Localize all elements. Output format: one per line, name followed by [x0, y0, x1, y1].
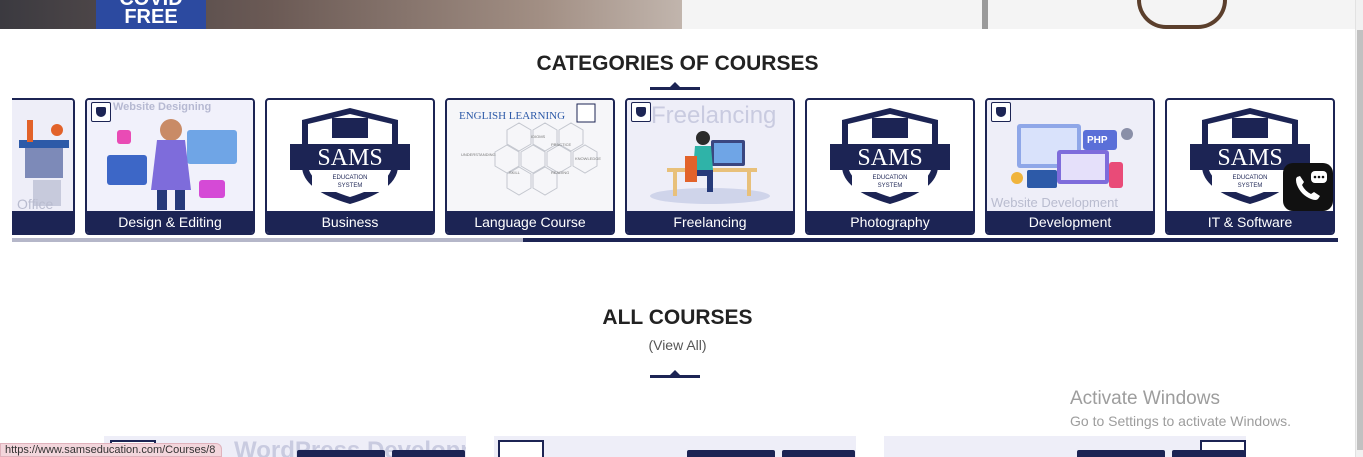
category-art: SAMS EDUCATION SYSTEM — [807, 100, 973, 211]
hero-pole — [982, 0, 988, 29]
category-card-development[interactable]: PHP Website Development Development — [985, 98, 1155, 235]
page-scrollbar[interactable] — [1355, 0, 1363, 457]
watermark-line1: Activate Windows — [1070, 388, 1220, 409]
categories-carousel[interactable]: Office ent Website Designing — [12, 98, 1338, 236]
art-caption: Freelancing — [651, 102, 777, 129]
course-card-button[interactable] — [1077, 450, 1165, 457]
category-label: ent — [12, 211, 73, 233]
english-word-5: SKILL — [509, 170, 520, 175]
category-art: Office — [12, 100, 73, 211]
category-art: PHP Website Development — [987, 100, 1153, 211]
hero-chair — [1137, 0, 1227, 29]
category-label: Language Course — [447, 211, 613, 233]
page-scrollbar-thumb[interactable] — [1357, 30, 1363, 450]
watermark-line2: Go to Settings to activate Windows. — [1070, 413, 1291, 429]
course-card-button[interactable] — [1172, 450, 1245, 457]
all-courses-title: ALL COURSES — [602, 306, 753, 329]
page: COVID FREE CATEGORIES OF COURSES Offic — [0, 0, 1363, 457]
sams-logo-line2: SYSTEM — [877, 183, 903, 189]
call-button[interactable] — [1283, 163, 1333, 211]
category-card-language-course[interactable]: ENGLISH LEARNING UNDERSTANDING IDIOMS PR… — [445, 98, 615, 235]
category-card-design-editing[interactable]: Website Designing Design & Editing — [85, 98, 255, 235]
categories-title: CATEGORIES OF COURSES — [536, 52, 819, 75]
category-label: Development — [987, 211, 1153, 233]
course-card[interactable] — [494, 436, 856, 457]
carousel-progress-bar[interactable] — [12, 238, 1338, 242]
category-card-business[interactable]: SAMS EDUCATION SYSTEM Business — [265, 98, 435, 235]
course-card[interactable] — [884, 436, 1246, 457]
category-art: Website Designing — [87, 100, 253, 211]
sams-logo-line2: SYSTEM — [337, 183, 363, 189]
windows-activation-watermark: Activate Windows Go to Settings to activ… — [1070, 388, 1291, 429]
hero-right-photo — [682, 0, 1355, 29]
sams-mini-logo-icon — [631, 102, 651, 122]
english-word-6: READING — [551, 170, 570, 175]
categories-divider — [650, 82, 700, 90]
art-caption: Office — [17, 196, 54, 211]
sams-logo-line1: EDUCATION — [332, 175, 368, 181]
art-caption: ENGLISH LEARNING — [459, 110, 566, 122]
sams-logo-name: SAMS — [317, 145, 383, 171]
category-art: ENGLISH LEARNING UNDERSTANDING IDIOMS PR… — [447, 100, 613, 211]
english-word-3: PRACTICE — [551, 142, 572, 147]
english-word-4: KNOWLEDGE — [575, 156, 602, 161]
category-art: SAMS EDUCATION SYSTEM — [267, 100, 433, 211]
php-badge: PHP — [1087, 135, 1108, 146]
category-label: Design & Editing — [87, 211, 253, 233]
sams-mini-logo-icon — [498, 440, 544, 457]
hero-sign: COVID FREE — [96, 0, 206, 29]
english-word-2: IDIOMS — [531, 134, 546, 139]
sams-mini-logo-icon — [91, 102, 111, 122]
sams-logo-name: SAMS — [857, 145, 923, 171]
course-card-button[interactable] — [297, 450, 385, 457]
sams-mini-logo-icon — [991, 102, 1011, 122]
status-bar-url: https://www.samseducation.com/Courses/8 — [0, 443, 223, 457]
category-label: IT & Software — [1167, 211, 1333, 233]
art-caption: Website Designing — [113, 101, 212, 113]
category-label: Freelancing — [627, 211, 793, 233]
category-label: Business — [267, 211, 433, 233]
view-all-link[interactable]: (View All) — [0, 337, 1355, 353]
category-card-freelancing[interactable]: Freelancing Freelancing — [625, 98, 795, 235]
category-card-office[interactable]: Office ent — [12, 98, 75, 235]
sams-logo-line1: EDUCATION — [872, 175, 908, 181]
category-art: Freelancing — [627, 100, 793, 211]
phone-chat-icon — [1296, 171, 1327, 200]
hero-banner-image: COVID FREE — [0, 0, 1355, 29]
category-card-photography[interactable]: SAMS EDUCATION SYSTEM Photography — [805, 98, 975, 235]
course-card-button[interactable] — [392, 450, 465, 457]
english-word-1: UNDERSTANDING — [461, 152, 496, 157]
all-courses-divider — [650, 370, 700, 378]
course-card-button[interactable] — [687, 450, 775, 457]
carousel-progress-fill — [12, 238, 523, 242]
course-card-button[interactable] — [782, 450, 855, 457]
art-caption: Website Development — [991, 195, 1118, 210]
category-label: Photography — [807, 211, 973, 233]
